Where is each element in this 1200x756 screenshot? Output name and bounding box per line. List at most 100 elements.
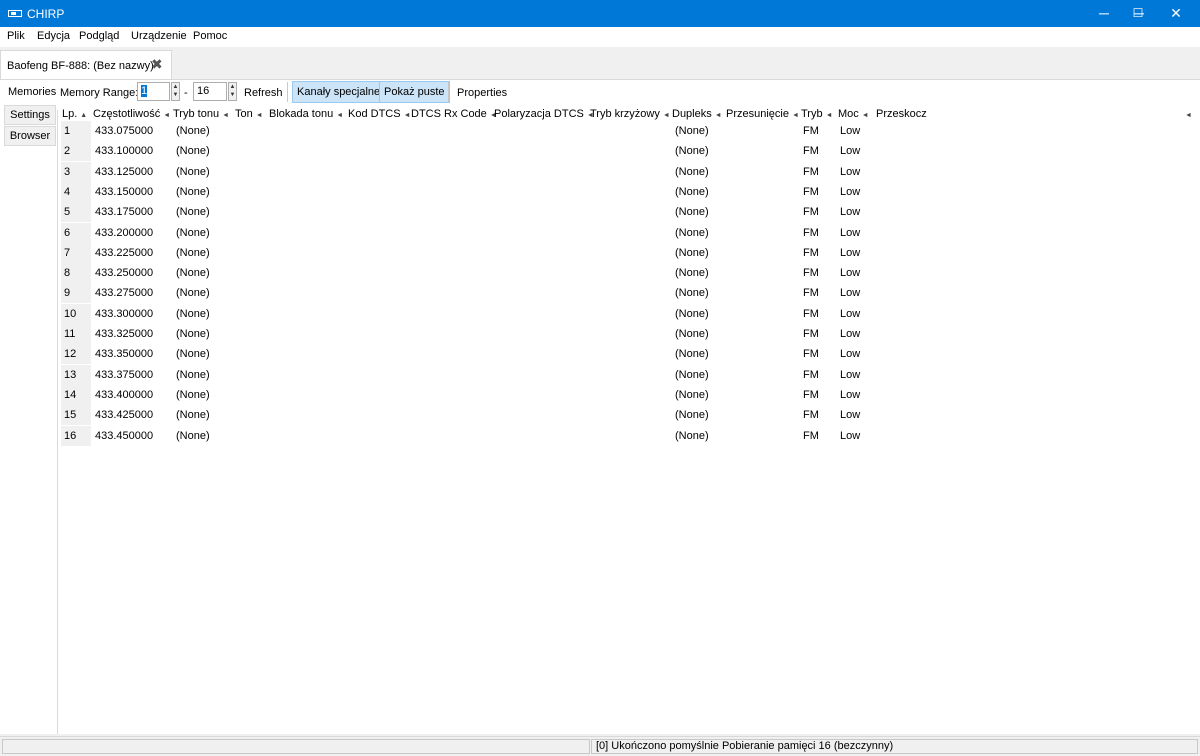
cell-lp: 6 xyxy=(61,223,91,243)
cell-mode: FM xyxy=(803,328,819,340)
cell-power: Low xyxy=(840,328,861,340)
status-message: [0] Ukończono pomyślnie Pobieranie pamię… xyxy=(596,740,894,752)
panel-divider xyxy=(57,110,58,734)
cell-duplex: (None) xyxy=(675,430,709,442)
cell-duplex: (None) xyxy=(675,369,709,381)
cell-duplex: (None) xyxy=(675,267,709,279)
header-tone-mode[interactable]: Tryb tonu ◄ xyxy=(173,108,229,120)
range-dash: - xyxy=(184,87,188,99)
header-duplex[interactable]: Dupleks ◄ xyxy=(672,108,722,120)
range-to-stepper[interactable]: ▲ ▼ xyxy=(228,82,237,101)
scroll-left-icon[interactable]: ◄ xyxy=(1182,108,1192,120)
sort-asc-icon: ▲ xyxy=(80,112,88,119)
cell-power: Low xyxy=(840,287,861,299)
cell-mode: FM xyxy=(803,409,819,421)
close-tab-icon[interactable]: ✖ xyxy=(151,56,163,73)
cell-lp: 13 xyxy=(61,365,91,385)
header-lp[interactable]: Lp. ▲ xyxy=(62,108,87,120)
cell-frequency: 433.400000 xyxy=(95,389,154,401)
cell-lp: 3 xyxy=(61,162,91,182)
header-tone[interactable]: Ton ◄ xyxy=(235,108,263,120)
cell-frequency: 433.350000 xyxy=(95,348,154,360)
cell-tone-mode: (None) xyxy=(176,166,210,178)
cell-frequency: 433.375000 xyxy=(95,369,154,381)
cell-duplex: (None) xyxy=(675,166,709,178)
refresh-button[interactable]: Refresh xyxy=(244,87,283,99)
cell-power: Low xyxy=(840,145,861,157)
cell-duplex: (None) xyxy=(675,389,709,401)
document-tab[interactable]: Baofeng BF-888: (Bez nazwy)* ✖ xyxy=(0,50,172,79)
toolbar-separator xyxy=(287,82,288,102)
cell-tone-mode: (None) xyxy=(176,409,210,421)
menu-pomoc[interactable]: Pomoc xyxy=(193,30,227,42)
cell-tone-mode: (None) xyxy=(176,227,210,239)
menu-bar: Plik Edycja Podgląd Urządzenie Pomoc xyxy=(0,27,1200,47)
cell-mode: FM xyxy=(803,247,819,259)
document-tab-label: Baofeng BF-888: (Bez nazwy)* xyxy=(7,60,159,72)
status-bar: [0] Ukończono pomyślnie Pobieranie pamię… xyxy=(0,736,1200,756)
tab-memories[interactable]: Memories xyxy=(8,86,56,98)
header-skip[interactable]: Przeskocz xyxy=(876,108,927,120)
cell-tone-mode: (None) xyxy=(176,247,210,259)
cell-tone-mode: (None) xyxy=(176,430,210,442)
cell-tone-mode: (None) xyxy=(176,308,210,320)
app-icon xyxy=(8,10,22,17)
cell-frequency: 433.200000 xyxy=(95,227,154,239)
header-tone-squelch[interactable]: Blokada tonu ◄ xyxy=(269,108,343,120)
range-from-input[interactable]: 1 xyxy=(137,82,170,101)
menu-edycja[interactable]: Edycja xyxy=(37,30,70,42)
header-dtcs-rx-code[interactable]: DTCS Rx Code ◄ xyxy=(411,108,497,120)
header-frequency[interactable]: Częstotliwość ◄ xyxy=(93,108,170,120)
header-power[interactable]: Moc ◄ xyxy=(838,108,869,120)
tab-settings[interactable]: Settings xyxy=(4,105,56,125)
show-empty-toggle[interactable]: Pokaż puste xyxy=(379,81,450,103)
cell-power: Low xyxy=(840,166,861,178)
column-arrow-icon: ◄ xyxy=(163,112,171,119)
special-channels-toggle[interactable]: Kanały specjalne xyxy=(292,81,386,103)
header-mode[interactable]: Tryb ◄ xyxy=(801,108,833,120)
cell-tone-mode: (None) xyxy=(176,287,210,299)
cell-duplex: (None) xyxy=(675,308,709,320)
tab-browser[interactable]: Browser xyxy=(4,126,56,146)
cell-tone-mode: (None) xyxy=(176,206,210,218)
cell-duplex: (None) xyxy=(675,348,709,360)
cell-lp: 5 xyxy=(61,202,91,222)
cell-mode: FM xyxy=(803,166,819,178)
column-arrow-icon: ◄ xyxy=(791,112,799,119)
range-to-input[interactable]: 16 xyxy=(193,82,227,101)
header-dtcs-polarity[interactable]: Polaryzacja DTCS ◄ xyxy=(494,108,594,120)
cell-lp: 9 xyxy=(61,283,91,303)
column-arrow-icon: ◄ xyxy=(255,112,263,119)
cell-duplex: (None) xyxy=(675,328,709,340)
status-segment xyxy=(2,739,590,754)
menu-plik[interactable]: Plik xyxy=(7,30,25,42)
header-offset[interactable]: Przesunięcie ◄ xyxy=(726,108,799,120)
column-arrow-icon: ◄ xyxy=(861,112,869,119)
cell-tone-mode: (None) xyxy=(176,267,210,279)
cell-mode: FM xyxy=(803,227,819,239)
cell-lp: 1 xyxy=(61,121,91,141)
column-arrow-icon: ◄ xyxy=(662,112,670,119)
header-cross-mode[interactable]: Tryb krzyżowy ◄ xyxy=(590,108,670,120)
column-arrow-icon: ◄ xyxy=(222,112,229,119)
menu-urzadzenie[interactable]: Urządzenie xyxy=(131,30,187,42)
cell-frequency: 433.225000 xyxy=(95,247,154,259)
header-dtcs-code[interactable]: Kod DTCS ◄ xyxy=(348,108,411,120)
cell-duplex: (None) xyxy=(675,287,709,299)
cell-lp: 8 xyxy=(61,263,91,283)
window-title: CHIRP xyxy=(27,7,65,21)
cell-duplex: (None) xyxy=(675,125,709,137)
cell-frequency: 433.425000 xyxy=(95,409,154,421)
cell-power: Low xyxy=(840,430,861,442)
cell-power: Low xyxy=(840,389,861,401)
cell-lp: 15 xyxy=(61,405,91,425)
cell-duplex: (None) xyxy=(675,145,709,157)
cell-mode: FM xyxy=(803,206,819,218)
menu-podglad[interactable]: Podgląd xyxy=(79,30,119,42)
cell-power: Low xyxy=(840,227,861,239)
close-window-button[interactable]: ✕ xyxy=(1153,0,1199,27)
document-tab-strip: Baofeng BF-888: (Bez nazwy)* ✖ xyxy=(0,47,1200,80)
cell-power: Low xyxy=(840,186,861,198)
properties-button[interactable]: Properties xyxy=(457,87,507,99)
range-from-stepper[interactable]: ▲ ▼ xyxy=(171,82,180,101)
